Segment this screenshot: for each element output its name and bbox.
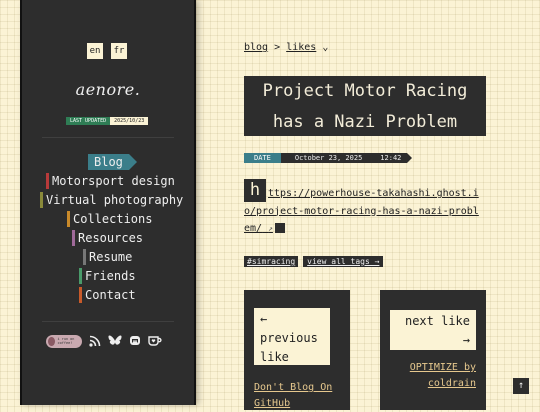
next-like-button[interactable]: next like → — [390, 310, 476, 350]
breadcrumb-blog-link[interactable]: blog — [244, 42, 268, 53]
nav-color-bar — [40, 192, 43, 208]
next-like-card: next like → OPTIMIZE by coldrain — [380, 290, 486, 410]
nav-item-contact[interactable]: Contact — [79, 287, 136, 303]
site-logo[interactable]: aenore. — [22, 80, 194, 99]
rss-icon[interactable] — [88, 334, 102, 348]
nav-item-label: Resources — [78, 231, 144, 245]
post-tags: #simracing view all tags → — [244, 256, 384, 267]
previous-like-title[interactable]: Don't Blog On GitHub — [254, 380, 344, 412]
previous-like-label: like — [260, 350, 289, 364]
post-date-bar: DATE October 23, 2025 12:42 — [244, 153, 413, 163]
date-label: DATE — [244, 153, 281, 163]
nav-item-label: Contact — [85, 288, 136, 302]
social-links: i run on coffee! — [46, 333, 162, 349]
coffee-icon — [48, 336, 55, 346]
nav-item-blog[interactable]: Blog — [88, 154, 137, 170]
arrow-right-icon: → — [462, 333, 470, 347]
sidebar: en fr aenore. LAST UPDATED 2025/10/23 Bl… — [20, 0, 196, 405]
nav-color-bar — [72, 230, 75, 246]
breadcrumb: blog > likes ⌄ — [244, 42, 328, 53]
view-all-tags-link[interactable]: view all tags → — [303, 256, 384, 267]
chevron-down-icon[interactable]: ⌄ — [322, 42, 328, 53]
previous-like-button[interactable]: ← previous like — [254, 308, 330, 365]
last-updated-label: LAST UPDATED — [66, 117, 111, 125]
nav-color-bar — [46, 173, 49, 189]
nav-color-bar — [83, 249, 86, 265]
nav-color-bar — [79, 268, 82, 284]
divider — [42, 321, 174, 322]
nav-item-label: Friends — [85, 269, 136, 283]
nav-item-label: Virtual photography — [46, 193, 184, 207]
lang-en-button[interactable]: en — [87, 43, 103, 59]
last-updated-value: 2025/10/23 — [110, 117, 149, 125]
nav-item-label: Collections — [73, 212, 153, 226]
external-link-icon: ↗ — [268, 224, 273, 233]
nav-item-motorsport-design[interactable]: Motorsport design — [46, 173, 175, 189]
back-to-top-button[interactable]: ↑ — [513, 378, 529, 394]
date-value: October 23, 2025 — [280, 153, 375, 163]
nav-item-resources[interactable]: Resources — [72, 230, 143, 246]
next-like-title[interactable]: OPTIMIZE by coldrain — [380, 360, 476, 392]
cursor-block-icon — [274, 223, 285, 233]
previous-like-label: previous — [260, 331, 318, 345]
last-updated-badge: LAST UPDATED 2025/10/23 — [66, 117, 149, 125]
post-title-line: Project Motor Racing — [262, 81, 468, 101]
nav-color-bar — [79, 287, 82, 303]
post-link[interactable]: ttps://powerhouse-takahashi.ghost.io/pro… — [244, 185, 484, 238]
next-like-label: next like — [404, 314, 470, 328]
nav-item-resume[interactable]: Resume — [83, 249, 132, 265]
divider — [42, 137, 174, 138]
nav-color-bar — [67, 211, 70, 227]
coffee-badge[interactable]: i run on coffee! — [46, 334, 82, 348]
bluesky-icon[interactable] — [108, 334, 122, 348]
lang-fr-button[interactable]: fr — [111, 43, 127, 59]
nav-item-label: Resume — [89, 250, 133, 264]
coffee-badge-text: i run on coffee! — [57, 337, 75, 345]
mastodon-icon[interactable] — [128, 334, 142, 348]
nav-item-virtual-photography[interactable]: Virtual photography — [40, 192, 183, 208]
nav-item-friends[interactable]: Friends — [79, 268, 136, 284]
kofi-icon[interactable] — [148, 334, 162, 348]
arrow-left-icon: ← — [260, 312, 268, 326]
nav-item-label: Motorsport design — [52, 174, 175, 188]
post-title: Project Motor Racing has a Nazi Problem — [244, 76, 486, 136]
post-title-line: has a Nazi Problem — [272, 112, 458, 132]
nav-item-collections[interactable]: Collections — [67, 211, 152, 227]
tag-simracing[interactable]: #simracing — [244, 256, 299, 267]
breadcrumb-likes-link[interactable]: likes — [286, 42, 316, 53]
breadcrumb-separator: > — [274, 42, 281, 53]
time-value: 12:42 — [374, 153, 413, 163]
previous-like-card: ← previous like Don't Blog On GitHub — [244, 290, 350, 410]
